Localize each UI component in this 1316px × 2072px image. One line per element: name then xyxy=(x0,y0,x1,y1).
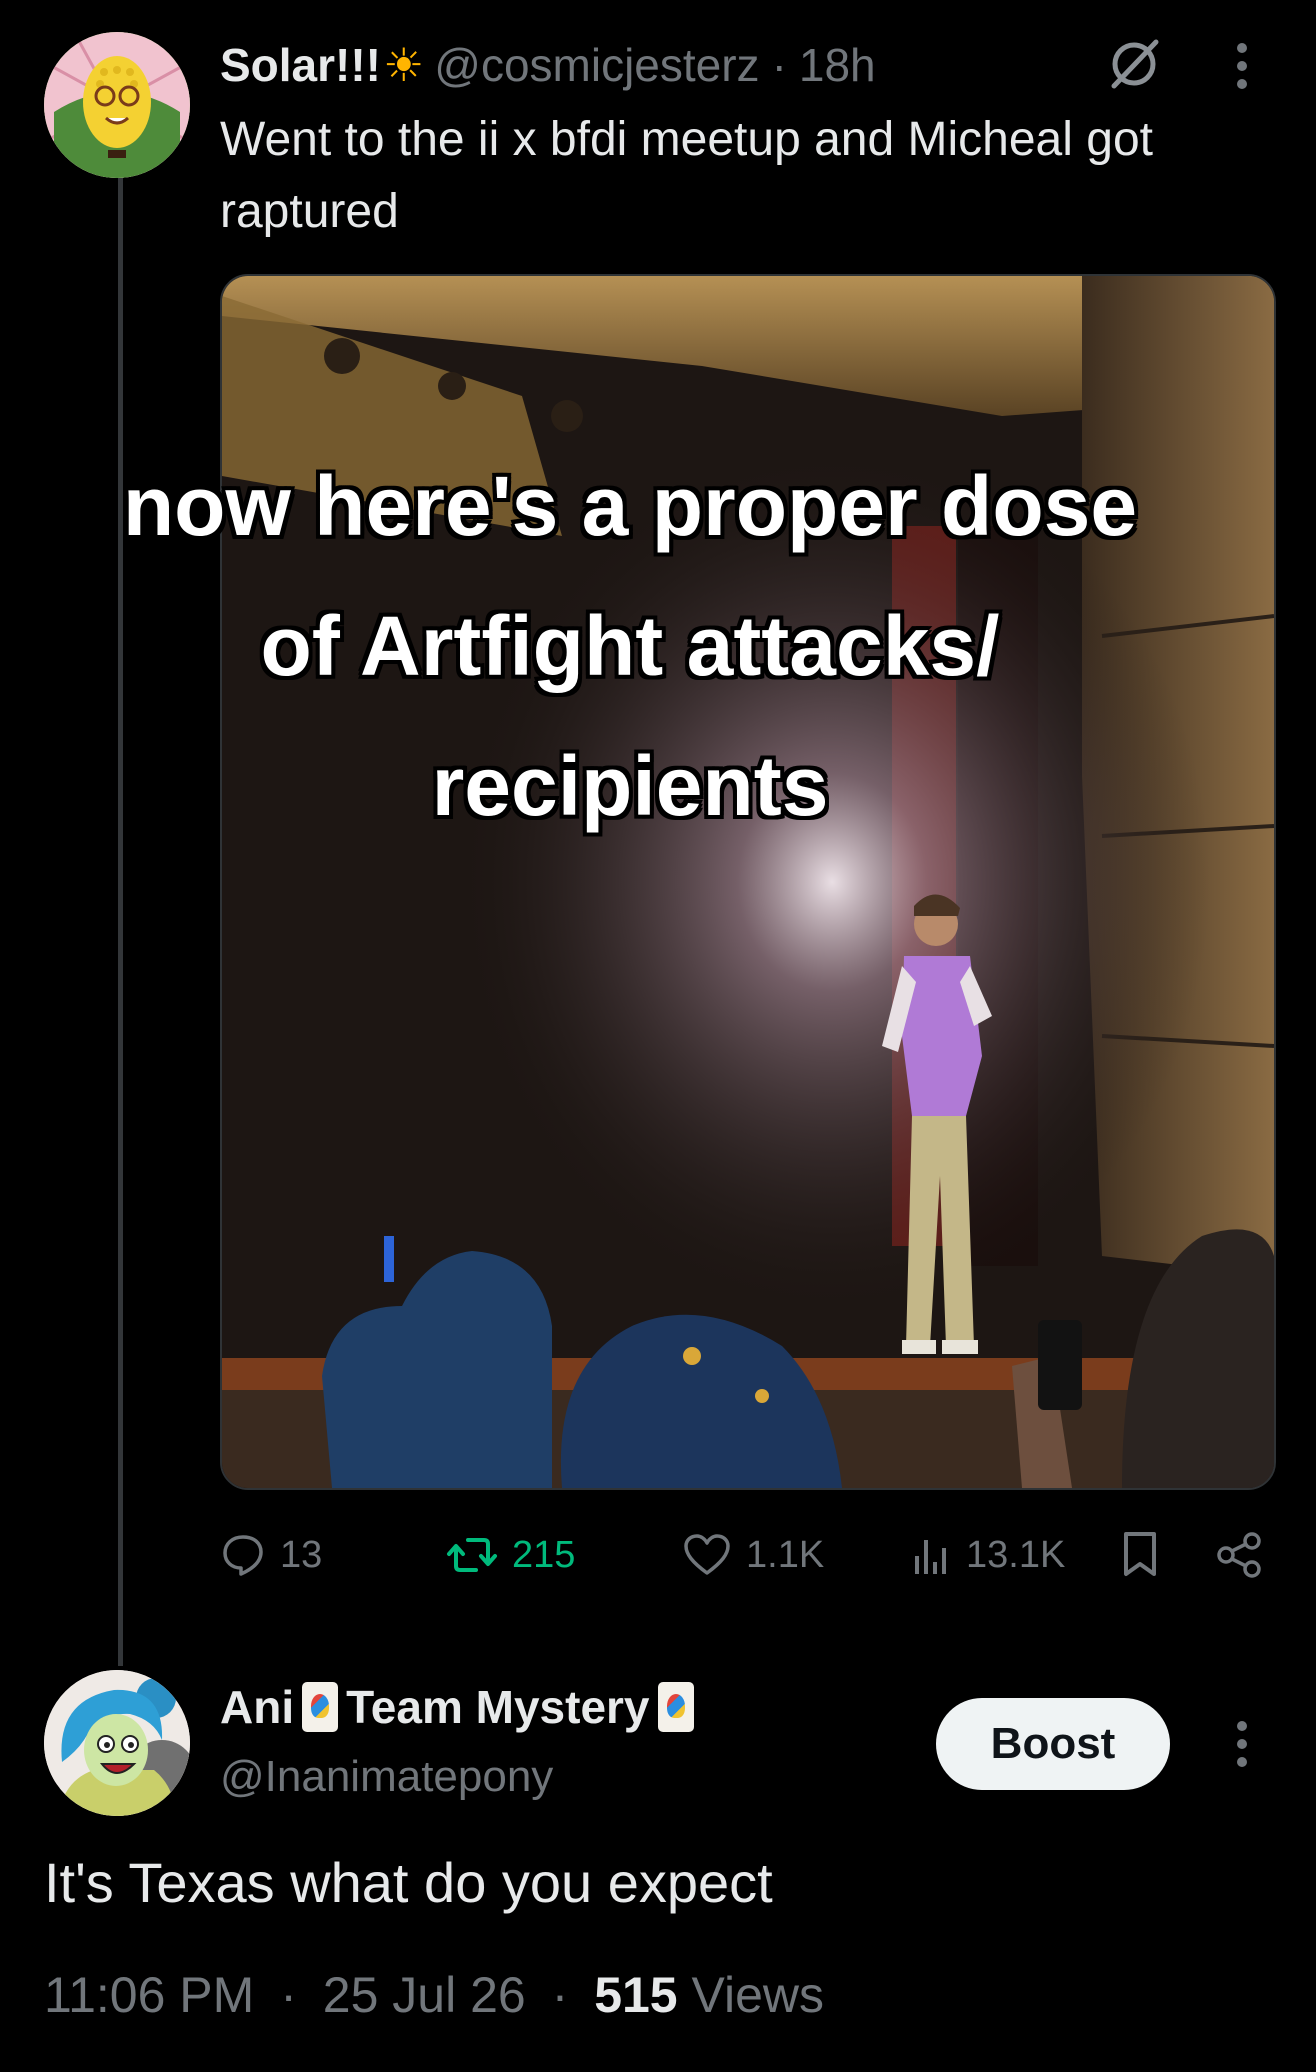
like-count: 1.1K xyxy=(746,1533,825,1576)
tweet-text: Went to the ii x bfdi meetup and Micheal… xyxy=(220,113,1153,238)
boost-button[interactable]: Boost xyxy=(936,1698,1170,1790)
like-icon xyxy=(684,1534,730,1575)
reply-avatar-illustration xyxy=(44,1670,190,1816)
reply-avatar[interactable] xyxy=(44,1670,190,1816)
reply-name-part1: Ani xyxy=(220,1681,295,1733)
handle[interactable]: @cosmicjesterz xyxy=(434,38,759,92)
repost-icon xyxy=(447,1538,497,1572)
bookmark-icon xyxy=(1124,1532,1156,1576)
joker-card-icon xyxy=(302,1682,339,1732)
reply-views-count: 515 xyxy=(594,1967,678,2023)
caption-line: now here's a proper dose xyxy=(122,459,1138,553)
reply-meta: 11:06 PM · 25 Jul 26 · 515 Views xyxy=(44,1966,824,2024)
tweet-action-bar: 13 215 1.1K 13.1K xyxy=(220,1520,1280,1590)
thread-connector-line xyxy=(118,176,123,1666)
display-name[interactable]: Solar!!! xyxy=(220,38,381,92)
reply-button[interactable]: 13 xyxy=(220,1520,322,1590)
share-icon xyxy=(1217,1532,1261,1578)
repost-count: 215 xyxy=(512,1533,576,1576)
more-icon[interactable] xyxy=(1224,1716,1260,1772)
reply-display-name[interactable]: Ani Team Mystery xyxy=(220,1672,702,1742)
sun-icon: ☀ xyxy=(383,39,425,91)
bookmark-button[interactable] xyxy=(1118,1520,1176,1590)
meta-separator: · xyxy=(551,1967,569,2023)
corn-avatar-illustration xyxy=(44,32,190,178)
views-icon xyxy=(915,1540,946,1574)
timestamp[interactable]: 18h xyxy=(799,38,876,92)
reply-icon xyxy=(223,1535,263,1576)
reply-views-label: Views xyxy=(691,1967,825,2023)
caption-line: recipients xyxy=(431,739,829,833)
share-button[interactable] xyxy=(1214,1520,1278,1590)
tweet-header: Solar!!! ☀ @cosmicjesterz · 18h xyxy=(220,30,876,100)
like-button[interactable]: 1.1K xyxy=(682,1520,824,1590)
grok-icon[interactable] xyxy=(1104,34,1164,94)
reply-date[interactable]: 25 Jul 26 xyxy=(323,1967,526,2023)
caption-line: of Artfight attacks/ xyxy=(260,599,1000,693)
meta-separator: · xyxy=(280,1967,297,2023)
views-count: 13.1K xyxy=(966,1533,1066,1576)
repost-button[interactable]: 215 xyxy=(446,1520,575,1590)
views-button[interactable]: 13.1K xyxy=(912,1520,1065,1590)
avatar[interactable] xyxy=(44,32,190,178)
reply-name-part2: Team Mystery xyxy=(346,1681,650,1733)
joker-card-icon xyxy=(657,1682,694,1732)
header-separator: · xyxy=(771,39,787,91)
more-icon[interactable] xyxy=(1224,38,1260,94)
reply-time[interactable]: 11:06 PM xyxy=(44,1967,254,2023)
reply-count: 13 xyxy=(280,1533,323,1576)
reply-text: It's Texas what do you expect xyxy=(44,1851,773,1914)
reply-handle[interactable]: @Inanimatepony xyxy=(220,1752,553,1802)
media-caption-overlay: now here's a proper dose of Artfight att… xyxy=(40,436,1220,856)
